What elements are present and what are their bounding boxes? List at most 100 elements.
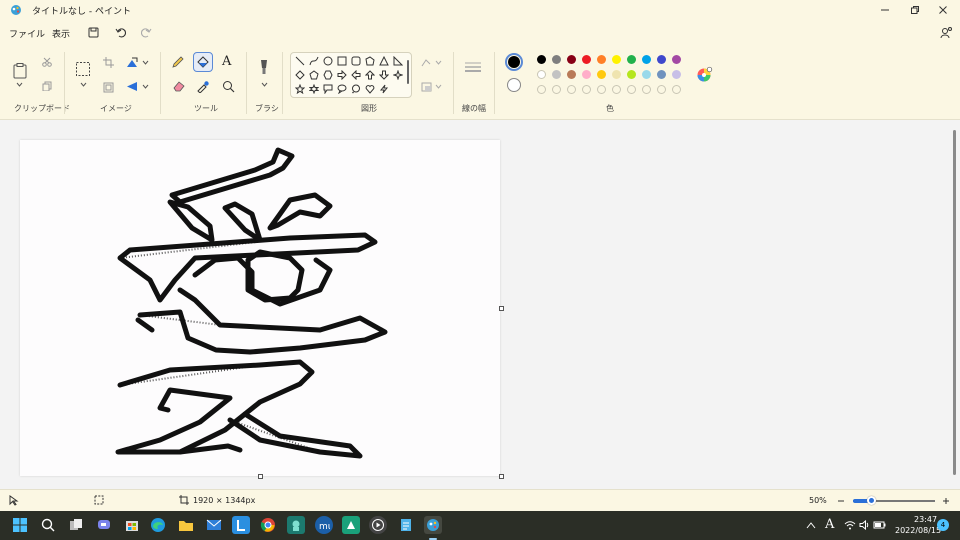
notepad-button[interactable] [397,516,415,534]
custom-color-slot[interactable] [612,85,621,94]
app-l-button[interactable] [232,516,250,534]
lightning-shape-button[interactable] [378,83,390,95]
app-green-button[interactable] [342,516,360,534]
pencil-icon[interactable] [171,55,185,69]
drawing-canvas[interactable] [20,140,500,476]
resize-icon[interactable] [103,82,114,93]
store-button[interactable] [123,516,141,534]
zoom-slider-thumb[interactable] [867,496,876,505]
start-button[interactable] [11,516,29,534]
palette-color-swatch[interactable] [672,55,681,64]
clock-date[interactable]: 2022/08/15 [895,526,941,535]
custom-color-slot[interactable] [627,85,636,94]
heart-shape-button[interactable] [364,83,376,95]
chevron-down-icon[interactable] [80,82,87,87]
palette-color-swatch[interactable] [612,55,621,64]
palette-color-swatch[interactable] [657,55,666,64]
chevron-down-icon[interactable] [435,60,442,65]
chevron-down-icon[interactable] [142,60,149,65]
callout-rect-shape-button[interactable] [322,83,334,95]
primary-color-button[interactable] [505,53,523,71]
polygon-shape-button[interactable] [364,55,376,67]
palette-color-swatch[interactable] [552,55,561,64]
custom-color-slot[interactable] [657,85,666,94]
notification-badge[interactable]: 4 [937,519,949,531]
fill-style-icon[interactable] [421,82,433,92]
cut-icon[interactable] [42,57,52,67]
canvas-resize-handle-right[interactable] [499,306,504,311]
palette-color-swatch[interactable] [582,70,591,79]
speaker-icon[interactable] [859,520,871,530]
paste-button[interactable] [10,60,30,82]
app-character-button[interactable] [287,516,305,534]
select-button[interactable] [74,60,92,78]
menu-view[interactable]: 表示 [52,27,70,40]
secondary-color-button[interactable] [507,78,521,92]
six-point-star-shape-button[interactable] [308,83,320,95]
undo-icon[interactable] [115,26,127,38]
palette-color-swatch[interactable] [627,55,636,64]
teams-chat-button[interactable] [95,516,113,534]
magnifier-icon[interactable] [222,80,235,93]
paint-taskbar-button[interactable] [424,516,442,534]
palette-color-swatch[interactable] [642,55,651,64]
chevron-up-icon[interactable] [806,521,816,529]
task-view-button[interactable] [67,516,85,534]
callout-cloud-shape-button[interactable] [350,83,362,95]
arrow-right-shape-button[interactable] [336,69,348,81]
custom-color-slot[interactable] [672,85,681,94]
crop-icon[interactable] [103,57,114,68]
minimize-button[interactable] [870,0,900,20]
chrome-button[interactable] [259,516,277,534]
arrow-up-shape-button[interactable] [364,69,376,81]
palette-color-swatch[interactable] [567,55,576,64]
outline-icon[interactable] [421,58,433,68]
canvas-resize-handle-bottom[interactable] [258,474,263,479]
file-explorer-button[interactable] [177,516,195,534]
palette-color-swatch[interactable] [597,55,606,64]
chevron-down-icon[interactable] [16,82,23,87]
restore-button[interactable] [900,0,930,20]
edge-button[interactable] [149,516,167,534]
vertical-scrollbar[interactable] [953,130,956,475]
text-tool-icon[interactable]: A [222,54,231,69]
palette-color-swatch[interactable] [657,70,666,79]
custom-color-slot[interactable] [567,85,576,94]
curve-shape-button[interactable] [308,55,320,67]
palette-color-swatch[interactable] [597,70,606,79]
five-point-star-shape-button[interactable] [294,83,306,95]
shapes-scrollbar[interactable] [407,60,409,84]
palette-color-swatch[interactable] [612,70,621,79]
palette-color-swatch[interactable] [537,70,546,79]
oval-shape-button[interactable] [322,55,334,67]
wifi-icon[interactable] [844,520,856,530]
edit-colors-icon[interactable] [696,66,713,83]
palette-color-swatch[interactable] [627,70,636,79]
eraser-icon[interactable] [172,80,186,92]
custom-color-slot[interactable] [552,85,561,94]
custom-color-slot[interactable] [642,85,651,94]
canvas-resize-handle-corner[interactable] [499,474,504,479]
taskbar-search-button[interactable] [39,516,57,534]
palette-color-swatch[interactable] [642,70,651,79]
save-icon[interactable] [88,27,99,38]
mail-button[interactable] [205,516,223,534]
callout-oval-shape-button[interactable] [336,83,348,95]
brush-icon[interactable] [256,58,272,76]
chevron-down-icon[interactable] [435,84,442,89]
copy-icon[interactable] [42,81,52,91]
palette-color-swatch[interactable] [567,70,576,79]
diamond-shape-button[interactable] [294,69,306,81]
custom-color-slot[interactable] [582,85,591,94]
zoom-out-icon[interactable] [836,496,846,506]
battery-icon[interactable] [873,520,887,530]
chevron-down-icon[interactable] [142,84,149,89]
share-icon[interactable] [940,26,953,39]
clock-time[interactable]: 23:47 [914,515,937,524]
rotate-icon[interactable] [126,57,139,68]
four-point-star-shape-button[interactable] [392,69,404,81]
line-shape-button[interactable] [294,55,306,67]
palette-color-swatch[interactable] [582,55,591,64]
rectangle-shape-button[interactable] [336,55,348,67]
flip-icon[interactable] [126,81,139,92]
